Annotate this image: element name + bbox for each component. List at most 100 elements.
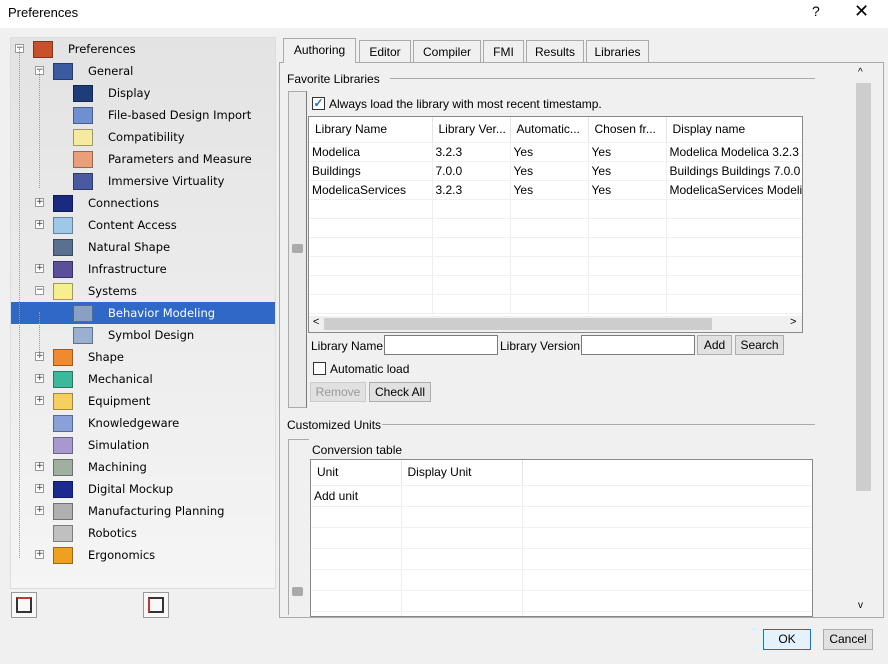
table-row[interactable]: Add unit	[311, 485, 812, 507]
check-all-button[interactable]: Check All	[369, 382, 431, 402]
tree-item-ergonomics[interactable]: + Ergonomics	[11, 544, 271, 566]
table-row[interactable]	[311, 611, 812, 616]
tab-libraries[interactable]: Libraries	[586, 40, 649, 63]
symbol-design-icon	[73, 327, 93, 344]
tree-item-immersive-virtuality[interactable]: Immersive Virtuality	[11, 170, 271, 192]
unlock-icon[interactable]	[292, 244, 303, 253]
table-cell: Yes	[588, 142, 667, 162]
tree-item-label: Machining	[88, 460, 147, 474]
horizontal-scrollbar[interactable]: < >	[309, 316, 802, 332]
tab-editor[interactable]: Editor	[359, 40, 411, 63]
tree-action-button-right[interactable]	[143, 592, 169, 618]
tree-item-equipment[interactable]: + Equipment	[11, 390, 271, 412]
cancel-button[interactable]: Cancel	[823, 629, 873, 650]
column-header[interactable]: Display name	[666, 117, 802, 143]
infrastructure-icon	[53, 261, 73, 278]
tree-item-knowledgeware[interactable]: Knowledgeware	[11, 412, 271, 434]
table-row[interactable]	[309, 199, 802, 219]
tree-item-simulation[interactable]: Simulation	[11, 434, 271, 456]
column-header[interactable]: Chosen fr...	[588, 117, 667, 143]
vertical-scrollbar[interactable]: ^ v	[855, 67, 872, 615]
expand-icon[interactable]: +	[35, 374, 44, 383]
expand-icon[interactable]: +	[35, 220, 44, 229]
table-row[interactable]	[309, 275, 802, 295]
table-row[interactable]	[311, 527, 812, 549]
automatic-load-checkbox[interactable]	[313, 362, 326, 375]
table-row[interactable]	[311, 569, 812, 591]
always-load-checkbox[interactable]: ✓	[312, 97, 325, 110]
scroll-down-icon[interactable]: v	[858, 600, 863, 611]
tree-item-display[interactable]: Display	[11, 82, 271, 104]
scroll-right-icon[interactable]: >	[790, 316, 796, 328]
column-header[interactable]: Library Name	[309, 117, 433, 143]
close-button[interactable]: ✕	[854, 1, 869, 22]
add-button[interactable]: Add	[697, 335, 732, 355]
table-row[interactable]	[309, 294, 802, 314]
tab-compiler[interactable]: Compiler	[413, 40, 481, 63]
window-title: Preferences	[8, 5, 79, 20]
table-row[interactable]	[311, 548, 812, 570]
ok-button[interactable]: OK	[763, 629, 811, 650]
column-header[interactable]: Display Unit	[401, 460, 523, 486]
table-row[interactable]: Modelica 3.2.3 Yes Yes Modelica Modelica 3.2…	[309, 142, 802, 162]
tree-item-behavior-modeling[interactable]: Behavior Modeling	[11, 302, 275, 324]
tree-item-general[interactable]: − General	[11, 60, 271, 82]
table-row[interactable]	[309, 218, 802, 238]
expand-icon[interactable]: +	[35, 506, 44, 515]
table-row[interactable]	[311, 506, 812, 528]
table-cell	[309, 199, 433, 219]
expand-icon[interactable]: +	[35, 550, 44, 559]
scroll-thumb[interactable]	[856, 83, 871, 491]
library-name-label: Library Name	[311, 339, 384, 353]
unlock-icon[interactable]	[292, 587, 303, 596]
collapse-icon[interactable]: −	[35, 286, 44, 295]
table-row[interactable]: ModelicaServices 3.2.3 Yes Yes ModelicaServi…	[309, 180, 802, 200]
expand-icon[interactable]: +	[35, 462, 44, 471]
tree-item-mechanical[interactable]: + Mechanical	[11, 368, 271, 390]
tab-results[interactable]: Results	[526, 40, 584, 63]
tree-action-button-left[interactable]	[11, 592, 37, 618]
tree-item-connections[interactable]: + Connections	[11, 192, 271, 214]
tab-authoring[interactable]: Authoring	[283, 38, 356, 63]
column-header[interactable]: Library Ver...	[432, 117, 511, 143]
tree-item-preferences[interactable]: − Preferences	[11, 38, 271, 60]
search-button[interactable]: Search	[735, 335, 784, 355]
expand-icon[interactable]: +	[35, 396, 44, 405]
scroll-up-icon[interactable]: ^	[858, 67, 863, 78]
table-cell	[522, 611, 812, 616]
tree-item-symbol-design[interactable]: Symbol Design	[11, 324, 271, 346]
column-header[interactable]: Unit	[311, 460, 402, 486]
library-name-input[interactable]	[384, 335, 498, 355]
remove-button[interactable]: Remove	[310, 382, 366, 402]
manufacturing-planning-icon	[53, 503, 73, 520]
tree-item-infrastructure[interactable]: + Infrastructure	[11, 258, 271, 280]
column-header[interactable]: Automatic...	[510, 117, 589, 143]
tree-item-natural-shape[interactable]: Natural Shape	[11, 236, 271, 258]
library-version-input[interactable]	[581, 335, 695, 355]
expand-icon[interactable]: +	[35, 198, 44, 207]
natural-shape-icon	[53, 239, 73, 256]
tree-item-robotics[interactable]: Robotics	[11, 522, 271, 544]
expand-icon[interactable]: +	[35, 484, 44, 493]
scroll-left-icon[interactable]: <	[313, 316, 319, 328]
tree-item-compatibility[interactable]: Compatibility	[11, 126, 271, 148]
table-row[interactable]	[309, 237, 802, 257]
help-button[interactable]: ?	[812, 3, 820, 19]
tree-item-digital-mockup[interactable]: + Digital Mockup	[11, 478, 271, 500]
table-row[interactable]: Buildings 7.0.0 Yes Yes Buildings Buildings …	[309, 161, 802, 181]
tab-fmi[interactable]: FMI	[483, 40, 524, 63]
table-row[interactable]	[311, 590, 812, 612]
tree-item-content-access[interactable]: + Content Access	[11, 214, 271, 236]
tree-item-machining[interactable]: + Machining	[11, 456, 271, 478]
expand-icon[interactable]: +	[35, 264, 44, 273]
tree-item-label: Immersive Virtuality	[108, 174, 225, 188]
table-cell: Yes	[588, 161, 667, 181]
tree-item-parameters-and-measure[interactable]: Parameters and Measure	[11, 148, 271, 170]
tree-item-file-based-design-import[interactable]: File-based Design Import	[11, 104, 271, 126]
table-row[interactable]	[309, 256, 802, 276]
tree-item-shape[interactable]: + Shape	[11, 346, 271, 368]
tree-item-label: Content Access	[88, 218, 177, 232]
tree-item-manufacturing-planning[interactable]: + Manufacturing Planning	[11, 500, 271, 522]
scroll-thumb[interactable]	[324, 318, 712, 330]
tree-item-systems[interactable]: − Systems	[11, 280, 271, 302]
